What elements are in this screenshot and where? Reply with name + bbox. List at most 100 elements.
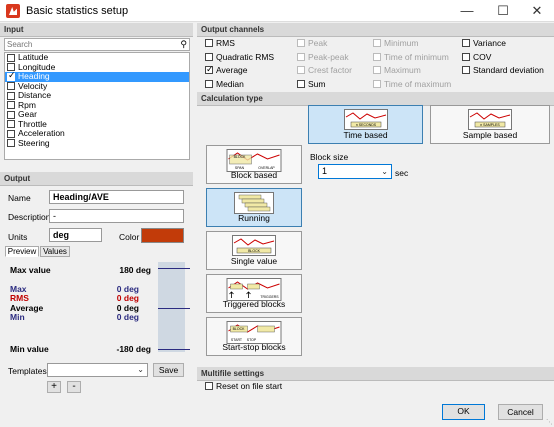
single-value-tile[interactable]: BLOCK Single value [206, 231, 302, 270]
cancel-button[interactable]: Cancel [498, 404, 543, 420]
block-size-unit: sec [395, 168, 409, 178]
checkbox-box[interactable] [462, 66, 470, 74]
channel-checkbox[interactable] [7, 101, 15, 110]
checkbox-box[interactable] [462, 52, 470, 61]
gauge-min-line [158, 349, 190, 350]
output-channel-crest-factor: Crest factor [297, 65, 352, 75]
units-field[interactable]: deg [49, 228, 102, 242]
output-channel-rms[interactable]: RMS [205, 38, 235, 48]
stat-label-rms: RMS [10, 293, 29, 303]
channel-checkbox[interactable] [7, 71, 16, 81]
resize-grip-icon[interactable]: ⋱ [546, 418, 553, 426]
min-value-label: Min value [10, 344, 49, 354]
channel-item[interactable]: Steering [5, 137, 189, 149]
channel-checkbox[interactable] [7, 120, 15, 129]
description-field[interactable]: - [49, 209, 184, 223]
block-size-value: 1 [322, 166, 328, 176]
remove-template-button[interactable]: - [67, 381, 81, 393]
stat-value-rms: 0 deg [116, 293, 139, 303]
channel-checkbox[interactable] [7, 91, 15, 100]
input-header: Input [0, 23, 193, 37]
output-channel-time-of-maximum: Time of maximum [373, 79, 451, 89]
single-value-img-text: BLOCK [248, 249, 261, 253]
channel-checkbox[interactable] [7, 139, 15, 148]
running-illustration [234, 192, 274, 214]
output-channel-sum[interactable]: Sum [297, 79, 325, 89]
triggered-blocks-tile[interactable]: TRIGGERS Triggered blocks [206, 274, 302, 313]
color-picker[interactable] [141, 228, 184, 243]
checkbox-box[interactable] [205, 64, 214, 75]
add-template-button[interactable]: + [47, 381, 61, 393]
output-channel-variance[interactable]: Variance [462, 38, 506, 48]
templates-dropdown[interactable]: ⌄ [47, 363, 148, 377]
stat-label-min: Min [10, 312, 25, 322]
max-value-label: Max value [10, 265, 51, 275]
checkbox-box[interactable] [205, 79, 213, 88]
block-size-label: Block size [310, 152, 349, 162]
color-label: Color [119, 232, 140, 242]
sample-based-tile[interactable]: n SAMPLES Sample based [430, 105, 550, 144]
channel-checkbox[interactable] [7, 129, 15, 138]
output-channel-median[interactable]: Median [205, 79, 244, 89]
output-channel-label: Time of minimum [384, 51, 449, 62]
search-input[interactable] [5, 39, 165, 50]
templates-label: Templates [8, 366, 47, 376]
start-stop-blocks-illustration: BLOCK START STOP [226, 321, 282, 344]
output-channel-label: Maximum [384, 65, 421, 75]
time-based-tile[interactable]: n SECONDS Time based [308, 105, 423, 144]
output-channel-peak-peak: Peak-peak [297, 52, 349, 62]
multifile-header: Multifile settings [197, 367, 554, 381]
min-value-number: -180 deg [116, 344, 152, 354]
sample-based-img-text: n SAMPLES [480, 123, 500, 127]
output-channel-time-of-minimum: Time of minimum [373, 52, 449, 62]
ok-button[interactable]: OK [442, 404, 485, 420]
time-based-illustration: n SECONDS [343, 109, 388, 130]
output-channel-label: Crest factor [308, 65, 352, 75]
checkbox-box[interactable] [297, 79, 305, 88]
output-channel-average[interactable]: Average [205, 64, 248, 75]
channel-checkbox[interactable] [7, 110, 15, 119]
channel-label: Steering [18, 137, 50, 148]
channel-checkbox[interactable] [7, 53, 15, 62]
chevron-down-icon[interactable]: ⌄ [381, 165, 388, 178]
checkbox-box [297, 66, 305, 74]
search-box[interactable]: ⚲ [4, 38, 190, 51]
start-stop-blocks-tile[interactable]: BLOCK START STOP Start-stop blocks [206, 317, 302, 356]
tab-values[interactable]: Values [40, 246, 70, 257]
sample-based-illustration: n SAMPLES [468, 109, 512, 130]
checkbox-box[interactable] [205, 39, 213, 47]
save-template-button[interactable]: Save [153, 363, 184, 377]
close-button[interactable]: ✕ [520, 0, 554, 22]
search-icon[interactable]: ⚲ [180, 39, 187, 50]
block-size-input[interactable]: 1 ⌄ [318, 164, 392, 179]
checkbox-box [373, 52, 381, 61]
checkbox-box[interactable] [462, 39, 470, 47]
output-channel-label: Peak-peak [308, 51, 349, 62]
block-based-tile[interactable]: BLOCK SPAN OVERLAP Block based [206, 145, 302, 184]
checkbox-box[interactable] [205, 382, 213, 390]
start-stop-blocks-label: Start-stop blocks [222, 342, 286, 352]
maximize-button[interactable]: ☐ [486, 0, 520, 22]
description-label: Description [8, 212, 51, 222]
checkbox-box [297, 52, 305, 61]
checkbox-box [297, 39, 305, 47]
output-channel-quadratic-rms[interactable]: Quadratic RMS [205, 52, 274, 62]
minimize-button[interactable]: — [450, 0, 484, 22]
window-title: Basic statistics setup [26, 5, 129, 17]
output-channel-label: Standard deviation [473, 65, 544, 75]
output-channel-cov[interactable]: COV [462, 52, 491, 62]
checkbox-box[interactable] [205, 52, 213, 61]
start-stop-img-block: BLOCK [233, 327, 246, 331]
name-field[interactable]: Heading/AVE [49, 190, 184, 204]
output-channel-minimum: Minimum [373, 38, 418, 48]
output-channel-label: Variance [473, 38, 506, 48]
chevron-down-icon: ⌄ [137, 365, 144, 374]
channel-checkbox[interactable] [7, 82, 15, 91]
running-tile[interactable]: Running [206, 188, 302, 227]
gauge-mid-line [158, 308, 190, 309]
channel-list[interactable]: LatitudeLongitudeHeadingVelocityDistance… [4, 52, 190, 160]
output-channel-standard-deviation[interactable]: Standard deviation [462, 65, 544, 75]
reset-on-file-start-checkbox[interactable]: Reset on file start [205, 381, 282, 391]
tab-preview[interactable]: Preview [5, 246, 39, 257]
calculation-type-header: Calculation type [197, 92, 554, 106]
